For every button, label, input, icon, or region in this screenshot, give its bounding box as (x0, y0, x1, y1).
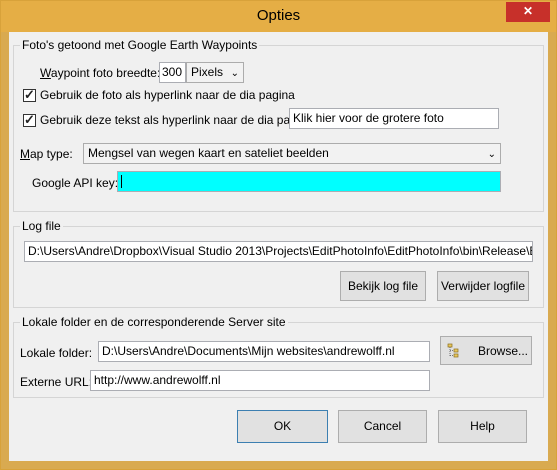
waypoint-unit-select[interactable]: Pixels ⌄ (186, 62, 244, 83)
log-file-group: Log file D:\Users\Andre\Dropbox\Visual S… (13, 219, 544, 308)
local-folder-label: Lokale folder: (20, 346, 93, 360)
google-earth-group-title: Foto's getoond met Google Earth Waypoint… (20, 38, 260, 52)
log-file-group-title: Log file (20, 219, 63, 233)
folder-tree-icon (447, 343, 459, 358)
google-earth-group: Foto's getoond met Google Earth Waypoint… (13, 38, 544, 212)
close-icon: ✕ (522, 4, 534, 18)
options-window: Opties ✕ Foto's getoond met Google Earth… (0, 0, 557, 470)
view-log-button[interactable]: Bekijk log file (340, 271, 426, 301)
checkmark-icon: ✓ (24, 87, 35, 102)
waypoint-width-label: Waypoint foto breedte: (40, 66, 161, 80)
browse-button[interactable]: Browse... (440, 336, 532, 365)
use-text-hyperlink-label: Gebruik deze tekst als hyperlink naar de… (40, 113, 317, 127)
title-bar[interactable]: Opties ✕ (1, 1, 556, 32)
chevron-down-icon: ⌄ (230, 68, 239, 79)
external-url-label: Externe URL: (20, 375, 93, 389)
close-button[interactable]: ✕ (506, 2, 550, 22)
ok-button[interactable]: OK (237, 410, 328, 443)
checkmark-icon: ✓ (24, 112, 35, 127)
browse-label: Browse... (478, 344, 529, 358)
log-file-path-input[interactable]: D:\Users\Andre\Dropbox\Visual Studio 201… (24, 241, 533, 262)
use-photo-hyperlink-label: Gebruik de foto als hyperlink naar de di… (40, 88, 295, 102)
local-folder-input[interactable]: D:\Users\Andre\Documents\Mijn websites\a… (98, 341, 430, 362)
map-type-value: Mengsel van wegen kaart en sateliet beel… (88, 146, 329, 160)
hyperlink-text-input[interactable]: Klik hier voor de grotere foto (289, 108, 499, 129)
map-type-label: Map type: (20, 147, 73, 161)
cancel-button[interactable]: Cancel (338, 410, 427, 443)
waypoint-unit-value: Pixels (191, 65, 224, 79)
chevron-down-icon: ⌄ (487, 149, 496, 160)
map-type-select[interactable]: Mengsel van wegen kaart en sateliet beel… (83, 143, 501, 164)
window-title: Opties (256, 7, 301, 24)
use-text-hyperlink-checkbox[interactable]: ✓ (23, 112, 36, 127)
local-folder-group-title: Lokale folder en de corresponderende Ser… (20, 315, 288, 329)
local-folder-group: Lokale folder en de corresponderende Ser… (13, 315, 544, 398)
help-button[interactable]: Help (438, 410, 527, 443)
use-photo-hyperlink-checkbox[interactable]: ✓ (23, 87, 36, 102)
text-cursor (121, 175, 122, 188)
api-key-label: Google API key: (32, 176, 119, 190)
dialog-client-area: Foto's getoond met Google Earth Waypoint… (9, 32, 548, 461)
waypoint-width-input[interactable]: 300 (159, 62, 186, 83)
api-key-input[interactable] (117, 171, 501, 192)
external-url-input[interactable]: http://www.andrewolff.nl (90, 370, 430, 391)
remove-log-button[interactable]: Verwijder logfile (437, 271, 529, 301)
